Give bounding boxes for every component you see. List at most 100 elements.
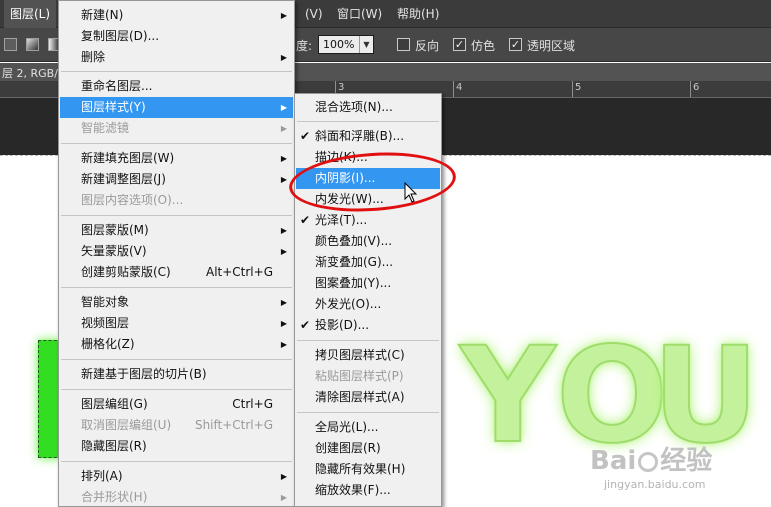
menu-item-layer-content-options[interactable]: 图层内容选项(O)...	[60, 190, 293, 211]
menu-item-smart-filter[interactable]: 智能滤镜 ▶	[60, 118, 293, 139]
dither-checkbox[interactable]: ✓	[453, 38, 466, 51]
menu-item-delete[interactable]: 删除 ▶	[60, 47, 293, 68]
menu-item-new[interactable]: 新建(N) ▶	[60, 5, 293, 26]
menu-separator	[61, 143, 292, 144]
menu-item-label: 光泽(T)...	[315, 213, 368, 227]
menu-item-hide-layers[interactable]: 隐藏图层(R)	[60, 436, 293, 457]
menu-item-scale-effects[interactable]: 缩放效果(F)...	[296, 480, 440, 501]
ruler-tick-label: 6	[693, 82, 700, 93]
menu-item-hide-all-effects[interactable]: 隐藏所有效果(H)	[296, 459, 440, 480]
menu-item-label: 新建(N)	[81, 8, 124, 22]
check-mark-icon: ✔	[300, 318, 311, 332]
opacity-value: 100%	[323, 38, 355, 51]
layer-menu: 新建(N) ▶ 复制图层(D)... 删除 ▶ 重命名图层... 图层样式(Y) ▶ …	[58, 0, 295, 507]
menu-item-blending-options[interactable]: 混合选项(N)...	[296, 97, 440, 118]
menu-item-label: 智能滤镜	[81, 121, 130, 135]
menu-item-copy-layer-style[interactable]: 拷贝图层样式(C)	[296, 345, 440, 366]
menu-item-label: 复制图层(D)...	[81, 29, 160, 43]
menu-item-rename-layer[interactable]: 重命名图层...	[60, 76, 293, 97]
menu-shortcut: Ctrl+G	[232, 397, 273, 411]
gradient-linear-icon[interactable]	[4, 38, 17, 51]
canvas-letter-y: Y	[459, 319, 557, 473]
watermark-url: jingyan.baidu.com	[604, 478, 706, 491]
watermark-brand: Bai	[590, 446, 637, 476]
menu-item-label: 颜色叠加(V)...	[315, 234, 393, 248]
chevron-down-icon[interactable]: ▼	[359, 36, 373, 53]
submenu-arrow-icon: ▶	[280, 319, 287, 328]
submenu-arrow-icon: ▶	[280, 493, 287, 502]
menu-shortcut: Shift+Ctrl+G	[194, 418, 273, 432]
submenu-arrow-icon: ▶	[280, 103, 287, 112]
menu-item-bevel-emboss[interactable]: ✔ 斜面和浮雕(B)...	[296, 126, 440, 147]
menu-window[interactable]: 窗口(W)	[337, 0, 382, 28]
menu-item-label: 删除	[81, 50, 106, 64]
menu-item-label: 栅格化(Z)	[81, 337, 135, 351]
menu-item-global-light[interactable]: 全局光(L)...	[296, 417, 440, 438]
menu-separator	[61, 461, 292, 462]
menu-item-label: 外发光(O)...	[315, 297, 382, 311]
menu-item-create-clipping-mask[interactable]: 创建剪贴蒙版(C) Alt+Ctrl+G	[60, 262, 293, 283]
menu-item-new-fill-layer[interactable]: 新建填充图层(W) ▶	[60, 148, 293, 169]
menu-item-create-layers[interactable]: 创建图层(R)	[296, 438, 440, 459]
menu-item-layer-style[interactable]: 图层样式(Y) ▶	[60, 97, 293, 118]
ruler-tick-label: 3	[338, 82, 345, 93]
menu-item-drop-shadow[interactable]: ✔ 投影(D)...	[296, 315, 440, 336]
submenu-arrow-icon: ▶	[280, 53, 287, 62]
menu-view[interactable]: (V)	[305, 0, 323, 28]
menu-separator	[297, 340, 439, 341]
ruler-tick-label: 4	[456, 82, 463, 93]
ruler-tick	[453, 81, 454, 97]
ruler-tick-label: 5	[575, 82, 582, 93]
menu-separator	[61, 389, 292, 390]
menu-item-clear-layer-style[interactable]: 清除图层样式(A)	[296, 387, 440, 408]
menu-item-satin[interactable]: ✔ 光泽(T)...	[296, 210, 440, 231]
menu-item-label: 图案叠加(Y)...	[315, 276, 392, 290]
menu-item-label: 清除图层样式(A)	[315, 390, 405, 404]
menu-item-smart-object[interactable]: 智能对象 ▶	[60, 292, 293, 313]
menu-layer[interactable]: 图层(L)	[4, 0, 57, 28]
opacity-label: 度:	[296, 39, 313, 53]
menu-item-label: 隐藏所有效果(H)	[315, 462, 406, 476]
arrow-pointer-icon	[404, 182, 418, 203]
gradient-radial-icon[interactable]	[26, 38, 39, 51]
document-tab-label: 层 2, RGB/	[2, 67, 58, 80]
menu-item-duplicate-layer[interactable]: 复制图层(D)...	[60, 26, 293, 47]
reverse-checkbox[interactable]	[397, 38, 410, 51]
menu-item-group-layers[interactable]: 图层编组(G) Ctrl+G	[60, 394, 293, 415]
menu-item-label: 创建图层(R)	[315, 441, 381, 455]
menu-item-layer-mask[interactable]: 图层蒙版(M) ▶	[60, 220, 293, 241]
menu-item-paste-layer-style[interactable]: 粘贴图层样式(P)	[296, 366, 440, 387]
submenu-arrow-icon: ▶	[280, 247, 287, 256]
ruler-tick	[572, 81, 573, 97]
menu-item-new-layer-based-slice[interactable]: 新建基于图层的切片(B)	[60, 364, 293, 385]
submenu-arrow-icon: ▶	[280, 11, 287, 20]
menu-item-color-overlay[interactable]: 颜色叠加(V)...	[296, 231, 440, 252]
reverse-label: 反向	[415, 39, 440, 53]
menu-item-new-adjustment-layer[interactable]: 新建调整图层(J) ▶	[60, 169, 293, 190]
opacity-field[interactable]: 100% ▼	[318, 35, 374, 54]
menu-item-label: 新建填充图层(W)	[81, 151, 175, 165]
menu-item-arrange[interactable]: 排列(A) ▶	[60, 466, 293, 487]
menu-item-pattern-overlay[interactable]: 图案叠加(Y)...	[296, 273, 440, 294]
menu-item-label: 取消图层编组(U)	[81, 418, 172, 432]
transparency-checkbox[interactable]: ✓	[509, 38, 522, 51]
menu-item-label: 渐变叠加(G)...	[315, 255, 394, 269]
menu-item-gradient-overlay[interactable]: 渐变叠加(G)...	[296, 252, 440, 273]
menu-separator	[61, 215, 292, 216]
menu-item-label: 图层编组(G)	[81, 397, 148, 411]
menu-item-ungroup-layers[interactable]: 取消图层编组(U) Shift+Ctrl+G	[60, 415, 293, 436]
submenu-arrow-icon: ▶	[280, 226, 287, 235]
menu-item-rasterize[interactable]: 栅格化(Z) ▶	[60, 334, 293, 355]
menu-item-label: 视频图层	[81, 316, 130, 330]
menu-item-outer-glow[interactable]: 外发光(O)...	[296, 294, 440, 315]
ruler-tick	[690, 81, 691, 97]
menu-item-vector-mask[interactable]: 矢量蒙版(V) ▶	[60, 241, 293, 262]
menu-help[interactable]: 帮助(H)	[397, 0, 439, 28]
menu-item-combine-shapes[interactable]: 合并形状(H) ▶	[60, 487, 293, 507]
menu-item-label: 新建调整图层(J)	[81, 172, 166, 186]
menu-item-label: 拷贝图层样式(C)	[315, 348, 405, 362]
menu-item-label: 图层内容选项(O)...	[81, 193, 184, 207]
menu-item-video-layer[interactable]: 视频图层 ▶	[60, 313, 293, 334]
menu-item-label: 矢量蒙版(V)	[81, 244, 147, 258]
menu-item-label: 图层样式(Y)	[81, 100, 146, 114]
